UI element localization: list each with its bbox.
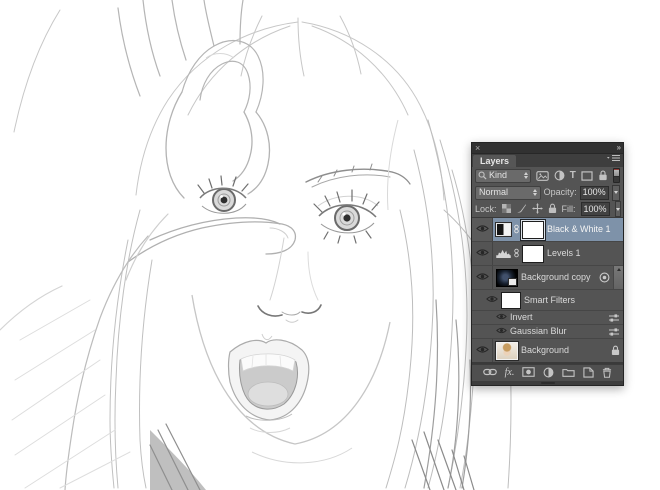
layer-name[interactable]: Smart Filters bbox=[524, 296, 575, 305]
filter-row-invert[interactable]: Invert bbox=[472, 311, 623, 325]
pixel-layers-filter-icon[interactable] bbox=[536, 171, 549, 181]
lock-image-pixels-icon[interactable] bbox=[516, 203, 527, 216]
blend-row: Normal Opacity: 100% bbox=[472, 184, 623, 201]
opacity-dropdown-icon[interactable] bbox=[612, 185, 620, 201]
select-arrows-icon bbox=[533, 189, 537, 196]
lock-row: Lock: Fill: 100% bbox=[472, 201, 623, 217]
eye-icon bbox=[476, 248, 489, 259]
search-icon bbox=[478, 171, 487, 180]
lock-position-icon[interactable] bbox=[532, 203, 543, 216]
smart-filters-badge-icon[interactable] bbox=[599, 272, 610, 283]
screenshot: × ›› Layers Kind T N bbox=[0, 0, 660, 490]
panel-group-bar: × ›› bbox=[472, 143, 623, 154]
visibility-toggle[interactable] bbox=[472, 242, 493, 265]
fill-label: Fill: bbox=[562, 205, 576, 214]
blend-mode-select[interactable]: Normal bbox=[475, 186, 541, 200]
lock-transparent-pixels-icon[interactable] bbox=[502, 204, 511, 215]
filter-name[interactable]: Invert bbox=[510, 313, 533, 322]
mask-link-icon[interactable] bbox=[514, 248, 519, 260]
close-icon[interactable]: × bbox=[475, 144, 480, 152]
layer-row-levels[interactable]: Levels 1 bbox=[472, 242, 623, 266]
panel-tab-bar: Layers bbox=[472, 154, 623, 167]
opacity-value[interactable]: 100% bbox=[580, 186, 609, 200]
delete-layer-icon[interactable] bbox=[602, 367, 612, 380]
type-layers-filter-icon[interactable]: T bbox=[570, 171, 576, 181]
panel-menu-icon[interactable] bbox=[607, 154, 620, 165]
filter-kind-select[interactable]: Kind bbox=[475, 169, 531, 183]
smart-object-filter-icon[interactable] bbox=[598, 170, 608, 181]
layer-row-smart-filters[interactable]: Smart Filters bbox=[472, 290, 623, 311]
filter-row: Kind T bbox=[472, 167, 623, 184]
eye-icon[interactable] bbox=[496, 313, 507, 322]
shape-layers-filter-icon[interactable] bbox=[581, 171, 593, 181]
eye-icon[interactable] bbox=[496, 327, 507, 336]
layer-mask-thumbnail[interactable] bbox=[522, 221, 544, 239]
levels-adjustment-icon[interactable] bbox=[496, 248, 511, 260]
layers-panel: × ›› Layers Kind T N bbox=[471, 142, 624, 386]
new-group-icon[interactable] bbox=[562, 368, 575, 379]
smart-object-badge-icon bbox=[508, 278, 517, 286]
layer-name[interactable]: Background copy bbox=[521, 273, 591, 282]
layer-mask-thumbnail[interactable] bbox=[522, 245, 544, 263]
panel-resize-grip[interactable] bbox=[472, 381, 623, 385]
layer-name[interactable]: Black & White 1 bbox=[547, 225, 611, 234]
eye-icon bbox=[476, 224, 489, 235]
blend-mode-value: Normal bbox=[479, 188, 508, 197]
layer-name[interactable]: Levels 1 bbox=[547, 249, 581, 258]
filter-name[interactable]: Gaussian Blur bbox=[510, 327, 567, 336]
filter-blending-options-icon[interactable] bbox=[608, 313, 620, 323]
visibility-toggle[interactable] bbox=[472, 266, 493, 289]
layer-style-icon[interactable]: fx. bbox=[505, 368, 515, 378]
select-arrows-icon bbox=[524, 172, 528, 179]
panel-bottom-bar: fx. bbox=[472, 364, 623, 381]
collapse-panel-icon[interactable]: ›› bbox=[617, 144, 620, 152]
filter-mask-thumbnail[interactable] bbox=[501, 292, 521, 309]
fill-dropdown-icon[interactable] bbox=[615, 201, 621, 217]
lock-label: Lock: bbox=[475, 205, 497, 214]
layers-list: Black & White 1 Levels 1 bbox=[472, 217, 623, 364]
collapse-smart-filters-handle[interactable] bbox=[613, 266, 623, 289]
layer-name[interactable]: Background bbox=[521, 346, 569, 355]
add-layer-mask-icon[interactable] bbox=[522, 367, 535, 379]
new-layer-icon[interactable] bbox=[583, 367, 594, 380]
layer-thumbnail[interactable] bbox=[496, 342, 518, 360]
layer-row-black-white[interactable]: Black & White 1 bbox=[472, 218, 623, 242]
layer-row-background-copy[interactable]: Background copy bbox=[472, 266, 623, 290]
opacity-label: Opacity: bbox=[544, 188, 577, 197]
black-white-adjustment-icon[interactable] bbox=[496, 223, 511, 236]
new-adjustment-layer-icon[interactable] bbox=[543, 367, 554, 380]
layer-thumbnail[interactable] bbox=[496, 269, 518, 287]
filter-kind-label: Kind bbox=[489, 171, 507, 180]
layer-row-background[interactable]: Background bbox=[472, 339, 623, 364]
mask-link-icon[interactable] bbox=[514, 224, 519, 236]
visibility-toggle[interactable] bbox=[472, 218, 493, 241]
eye-icon bbox=[476, 272, 489, 283]
link-layers-icon[interactable] bbox=[483, 368, 497, 378]
layer-filtering-toggle[interactable] bbox=[613, 168, 620, 183]
filter-row-gaussian-blur[interactable]: Gaussian Blur bbox=[472, 325, 623, 339]
filter-blending-options-icon[interactable] bbox=[608, 327, 620, 337]
lock-all-icon[interactable] bbox=[548, 203, 557, 216]
tab-layers-label: Layers bbox=[480, 157, 509, 166]
eye-icon bbox=[476, 345, 489, 356]
visibility-toggle[interactable] bbox=[472, 339, 493, 362]
tab-layers[interactable]: Layers bbox=[473, 155, 516, 167]
adjustment-layers-filter-icon[interactable] bbox=[554, 170, 565, 181]
locked-icon bbox=[611, 345, 620, 356]
eye-icon[interactable] bbox=[486, 295, 498, 305]
fill-value[interactable]: 100% bbox=[581, 202, 610, 216]
